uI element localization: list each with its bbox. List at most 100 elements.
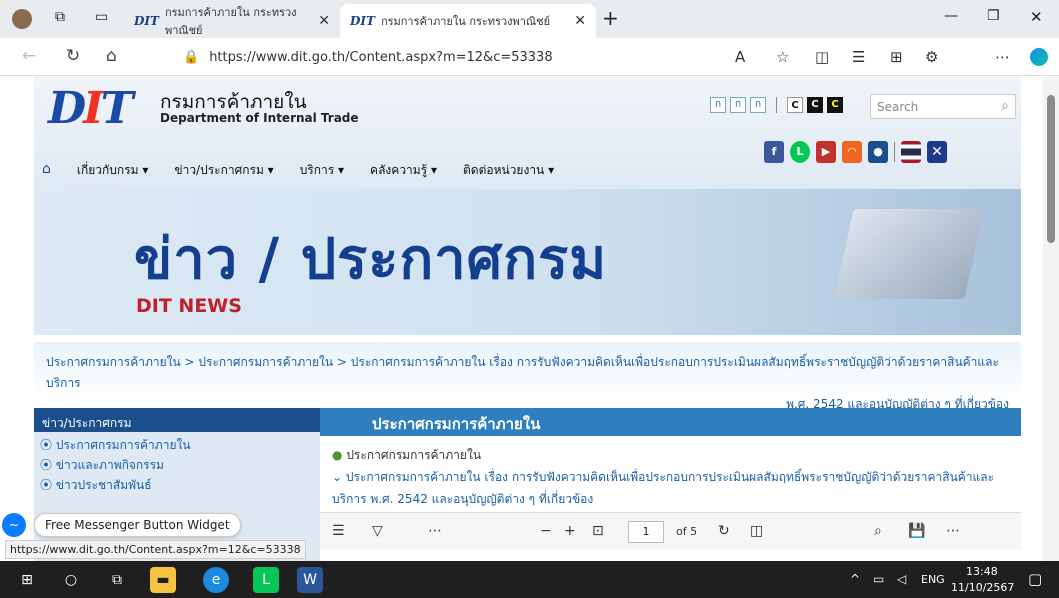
file-explorer-icon[interactable]: ▬ (150, 567, 176, 593)
breadcrumb: ประกาศกรมการค้าภายใน > ประกาศกรมการค้าภา… (34, 342, 1021, 411)
sidebar-title: ข่าว/ประกาศกรม (34, 408, 320, 432)
menu-services[interactable]: บริการ ▾ (300, 161, 344, 180)
line-app-icon[interactable]: L (253, 567, 279, 593)
font-medium-button[interactable]: ก (730, 97, 746, 113)
search-icon[interactable]: ⌕ (1001, 98, 1009, 114)
profile-avatar[interactable] (12, 9, 32, 29)
window-close-button[interactable]: ✕ (1030, 8, 1043, 26)
save-icon[interactable]: 💾 (908, 523, 925, 539)
rotate-icon[interactable]: ↻ (718, 523, 730, 539)
copilot-icon[interactable] (1030, 48, 1048, 66)
more-menu-icon[interactable]: ⋯ (995, 48, 1010, 66)
font-small-button[interactable]: ก (710, 97, 726, 113)
page-view-icon[interactable]: ◫ (750, 523, 763, 539)
word-icon[interactable]: W (297, 567, 323, 593)
search-input[interactable]: Search ⌕ (870, 94, 1016, 119)
messenger-icon[interactable]: ~ (2, 513, 26, 537)
messenger-label-box[interactable]: Free Messenger Button Widget (34, 513, 241, 537)
tab-favicon: DIT (350, 14, 375, 28)
fit-page-icon[interactable]: ⊡ (592, 523, 604, 539)
tab-2[interactable]: DIT กรมการค้าภายใน กระทรวงพาณิชย์ ✕ (340, 4, 596, 38)
messenger-widget[interactable]: ~ Free Messenger Button Widget (0, 513, 241, 537)
site-info-icon[interactable]: 🔒 (183, 50, 199, 65)
web-page: DIT กรมการค้าภายใน Department of Interna… (0, 77, 1043, 561)
read-aloud-icon[interactable]: A (735, 48, 745, 66)
home-icon[interactable]: ⌂ (42, 161, 51, 180)
home-icon[interactable]: ⌂ (106, 46, 117, 66)
clock-date[interactable]: 11/10/2567 (951, 581, 1014, 594)
extensions-icon[interactable]: ⚙ (925, 48, 938, 66)
tab-title: กรมการค้าภายใน กระทรวงพาณิชย์ (380, 15, 551, 28)
start-icon[interactable]: ⊞ (14, 567, 40, 593)
workspaces-icon[interactable]: ⧉ (55, 9, 65, 25)
font-large-button[interactable]: ก (750, 97, 766, 113)
sidebar-item[interactable]: ⦿ ประกาศกรมการค้าภายใน (34, 432, 320, 452)
refresh-icon[interactable]: ↻ (66, 46, 80, 66)
favorites-icon[interactable]: ☰ (852, 48, 865, 66)
restore-button[interactable]: ❐ (987, 8, 1000, 24)
collections-icon[interactable]: ⊞ (890, 48, 903, 66)
vertical-scrollbar[interactable] (1043, 77, 1059, 561)
sidebar: ข่าว/ประกาศกรม ⦿ ประกาศกรมการค้าภายใน ⦿ … (34, 408, 320, 561)
doc-title-1[interactable]: ประกาศกรมการค้าภายใน เรื่อง การรับฟังควา… (346, 470, 994, 484)
line-icon[interactable]: L (790, 141, 810, 163)
dit-logo[interactable]: DIT (48, 83, 133, 134)
thai-flag-icon[interactable] (901, 141, 921, 163)
search-icon[interactable]: ⌕ (874, 523, 882, 539)
contrast-normal-button[interactable]: C (787, 97, 803, 113)
rss-icon[interactable]: ◠ (842, 141, 862, 163)
sidebar-item[interactable]: ⦿ ข่าวประชาสัมพันธ์ (34, 472, 320, 492)
zoom-out-icon[interactable]: − (540, 523, 552, 539)
favorite-star-icon[interactable]: ☆ (776, 48, 789, 66)
tab-favicon: DIT (134, 14, 159, 28)
menu-contact[interactable]: ติดต่อหน่วยงาน ▾ (463, 161, 554, 180)
category-bullet-icon: ● (332, 448, 343, 462)
contrast-dark-button[interactable]: C (807, 97, 823, 113)
close-icon[interactable]: ✕ (318, 13, 330, 29)
uk-flag-icon[interactable]: ✕ (927, 141, 947, 163)
sidebar-item-label: ข่าวประชาสัมพันธ์ (55, 478, 152, 492)
menu-about[interactable]: เกี่ยวกับกรม ▾ (77, 161, 148, 180)
back-icon[interactable]: ← (22, 46, 36, 66)
more-tools-icon[interactable]: ⋯ (428, 523, 442, 539)
divider (894, 142, 895, 162)
breadcrumb-line-1[interactable]: ประกาศกรมการค้าภายใน > ประกาศกรมการค้าภา… (46, 355, 999, 390)
user-icon[interactable]: ● (868, 141, 888, 163)
minimize-button[interactable]: — (944, 8, 958, 24)
network-icon[interactable]: ▭ (873, 572, 884, 586)
language-indicator[interactable]: ENG (921, 573, 945, 586)
volume-icon[interactable]: ◁ (897, 572, 906, 586)
doc-title-2[interactable]: บริการ พ.ศ. 2542 และอนุบัญญัติต่าง ๆ ที่… (332, 488, 1012, 510)
sidebar-item-label: ข่าวและภาพกิจกรรม (55, 458, 164, 472)
content-text: ● ประกาศกรมการค้าภายใน ⌄ ประกาศกรมการค้า… (332, 444, 1012, 510)
zoom-in-icon[interactable]: + (564, 523, 576, 539)
banner-subtitle: DIT NEWS (136, 295, 242, 317)
divider (776, 97, 777, 113)
split-screen-icon[interactable]: ◫ (815, 48, 829, 66)
facebook-icon[interactable]: f (764, 141, 784, 163)
search-icon[interactable]: ○ (58, 567, 84, 593)
clock-time[interactable]: 13:48 (966, 565, 998, 578)
youtube-icon[interactable]: ▶ (816, 141, 836, 163)
tab-1[interactable]: DIT กรมการค้าภายใน กระทรวงพาณิชย์ ✕ (124, 4, 340, 38)
contrast-yellow-button[interactable]: C (827, 97, 843, 113)
more-menu-icon[interactable]: ⋯ (946, 523, 960, 539)
edge-icon[interactable]: e (203, 567, 229, 593)
menu-knowledge[interactable]: คลังความรู้ ▾ (370, 161, 437, 180)
notifications-icon[interactable]: ▢ (1028, 570, 1042, 588)
content-heading: ประกาศกรมการค้าภายใน (320, 408, 1021, 436)
new-tab-button[interactable]: + (602, 6, 619, 30)
scrollbar-thumb[interactable] (1047, 95, 1055, 243)
task-view-icon[interactable]: ⧉ (104, 567, 130, 593)
sidebar-item[interactable]: ⦿ ข่าวและภาพกิจกรรม (34, 452, 320, 472)
page-number-input[interactable]: 1 (628, 521, 664, 543)
menu-news[interactable]: ข่าว/ประกาศกรม ▾ (174, 161, 273, 180)
category-label: ประกาศกรมการค้าภายใน (346, 448, 482, 462)
tray-chevron-icon[interactable]: ^ (850, 572, 860, 586)
contents-icon[interactable]: ☰ (332, 523, 345, 539)
close-icon[interactable]: ✕ (574, 13, 586, 29)
search-placeholder: Search (877, 100, 919, 114)
url-field[interactable]: 🔒 https://www.dit.go.th/Content.aspx?m=1… (183, 44, 733, 70)
highlight-icon[interactable]: ▽ (372, 523, 383, 539)
tab-actions-icon[interactable]: ▭ (95, 9, 108, 25)
